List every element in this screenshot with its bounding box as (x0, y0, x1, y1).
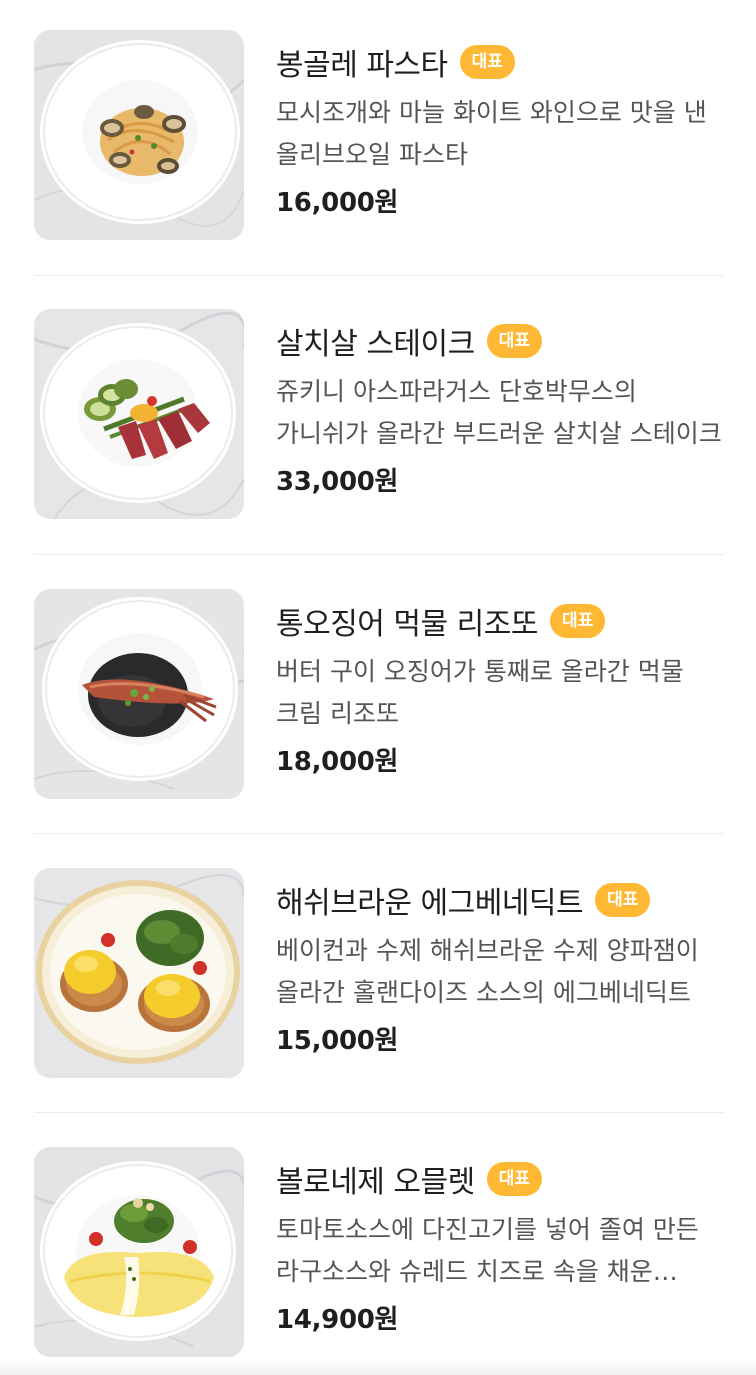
divider (34, 275, 724, 276)
menu-name: 해쉬브라운 에그베네딕트 (276, 886, 584, 921)
menu-item-eggs-benedict[interactable]: 해쉬브라운 에그베네딕트 대표 베이컨과 수제 해쉬브라운 수제 양파잼이 올라… (34, 868, 724, 1078)
menu-description: 토마토소스에 다진고기를 넣어 졸여 만든 라구소스와 슈레드 치즈로 속을 채… (276, 1215, 699, 1286)
menu-name: 봉골레 파스타 (276, 48, 448, 83)
menu-price: 33,000원 (276, 467, 399, 497)
food-photo (34, 589, 244, 799)
title-row: 해쉬브라운 에그베네딕트 대표 (276, 876, 724, 924)
divider (34, 554, 724, 555)
menu-price: 15,000원 (276, 1026, 399, 1056)
food-photo (34, 1147, 244, 1357)
menu-info: 살치살 스테이크 대표 쥬키니 아스파라거스 단호박무스의 가니쉬가 올라간 부… (276, 309, 724, 498)
food-photo (34, 309, 244, 519)
divider (34, 1112, 724, 1113)
menu-description: 베이컨과 수제 해쉬브라운 수제 양파잼이 올라간 홀랜다이즈 소스의 에그베네… (276, 936, 699, 1007)
bottom-edge-shadow (0, 1361, 756, 1375)
menu-item-steak[interactable]: 살치살 스테이크 대표 쥬키니 아스파라거스 단호박무스의 가니쉬가 올라간 부… (34, 309, 724, 519)
menu-name: 살치살 스테이크 (276, 327, 475, 362)
menu-description: 모시조개와 마늘 화이트 와인으로 맛을 낸 올리브오일 파스타 (276, 98, 707, 169)
menu-item-squid-ink-risotto[interactable]: 통오징어 먹물 리조또 대표 버터 구이 오징어가 통째로 올라간 먹물 크림 … (34, 589, 724, 799)
signature-badge: 대표 (549, 604, 606, 638)
menu-description: 쥬키니 아스파라거스 단호박무스의 가니쉬가 올라간 부드러운 살치살 스테이크 (276, 377, 722, 448)
title-row: 살치살 스테이크 대표 (276, 317, 724, 365)
menu-price: 18,000원 (276, 747, 399, 777)
menu-item-vongole-pasta[interactable]: 봉골레 파스타 대표 모시조개와 마늘 화이트 와인으로 맛을 낸 올리브오일 … (34, 30, 724, 240)
title-row: 봉골레 파스타 대표 (276, 38, 724, 86)
menu-info: 해쉬브라운 에그베네딕트 대표 베이컨과 수제 해쉬브라운 수제 양파잼이 올라… (276, 868, 724, 1057)
menu-info: 봉골레 파스타 대표 모시조개와 마늘 화이트 와인으로 맛을 낸 올리브오일 … (276, 30, 724, 219)
menu-name: 볼로네제 오믈렛 (276, 1165, 475, 1200)
signature-badge: 대표 (595, 883, 651, 917)
menu-price: 16,000원 (276, 188, 399, 218)
menu-description: 버터 구이 오징어가 통째로 올라간 먹물 크림 리조또 (276, 657, 684, 728)
menu-item-bolognese-omelette[interactable]: 볼로네제 오믈렛 대표 토마토소스에 다진고기를 넣어 졸여 만든 라구소스와 … (34, 1147, 724, 1357)
menu-price: 14,900원 (276, 1305, 399, 1335)
title-row: 통오징어 먹물 리조또 대표 (276, 597, 724, 645)
menu-list: 봉골레 파스타 대표 모시조개와 마늘 화이트 와인으로 맛을 낸 올리브오일 … (0, 0, 756, 1375)
menu-info: 통오징어 먹물 리조또 대표 버터 구이 오징어가 통째로 올라간 먹물 크림 … (276, 589, 724, 778)
divider (34, 833, 724, 834)
signature-badge: 대표 (459, 45, 515, 79)
food-photo (34, 30, 244, 240)
menu-info: 볼로네제 오믈렛 대표 토마토소스에 다진고기를 넣어 졸여 만든 라구소스와 … (276, 1147, 724, 1336)
menu-name: 통오징어 먹물 리조또 (276, 607, 538, 642)
signature-badge: 대표 (486, 1162, 543, 1196)
title-row: 볼로네제 오믈렛 대표 (276, 1155, 724, 1203)
signature-badge: 대표 (486, 324, 543, 358)
food-photo (34, 868, 244, 1078)
